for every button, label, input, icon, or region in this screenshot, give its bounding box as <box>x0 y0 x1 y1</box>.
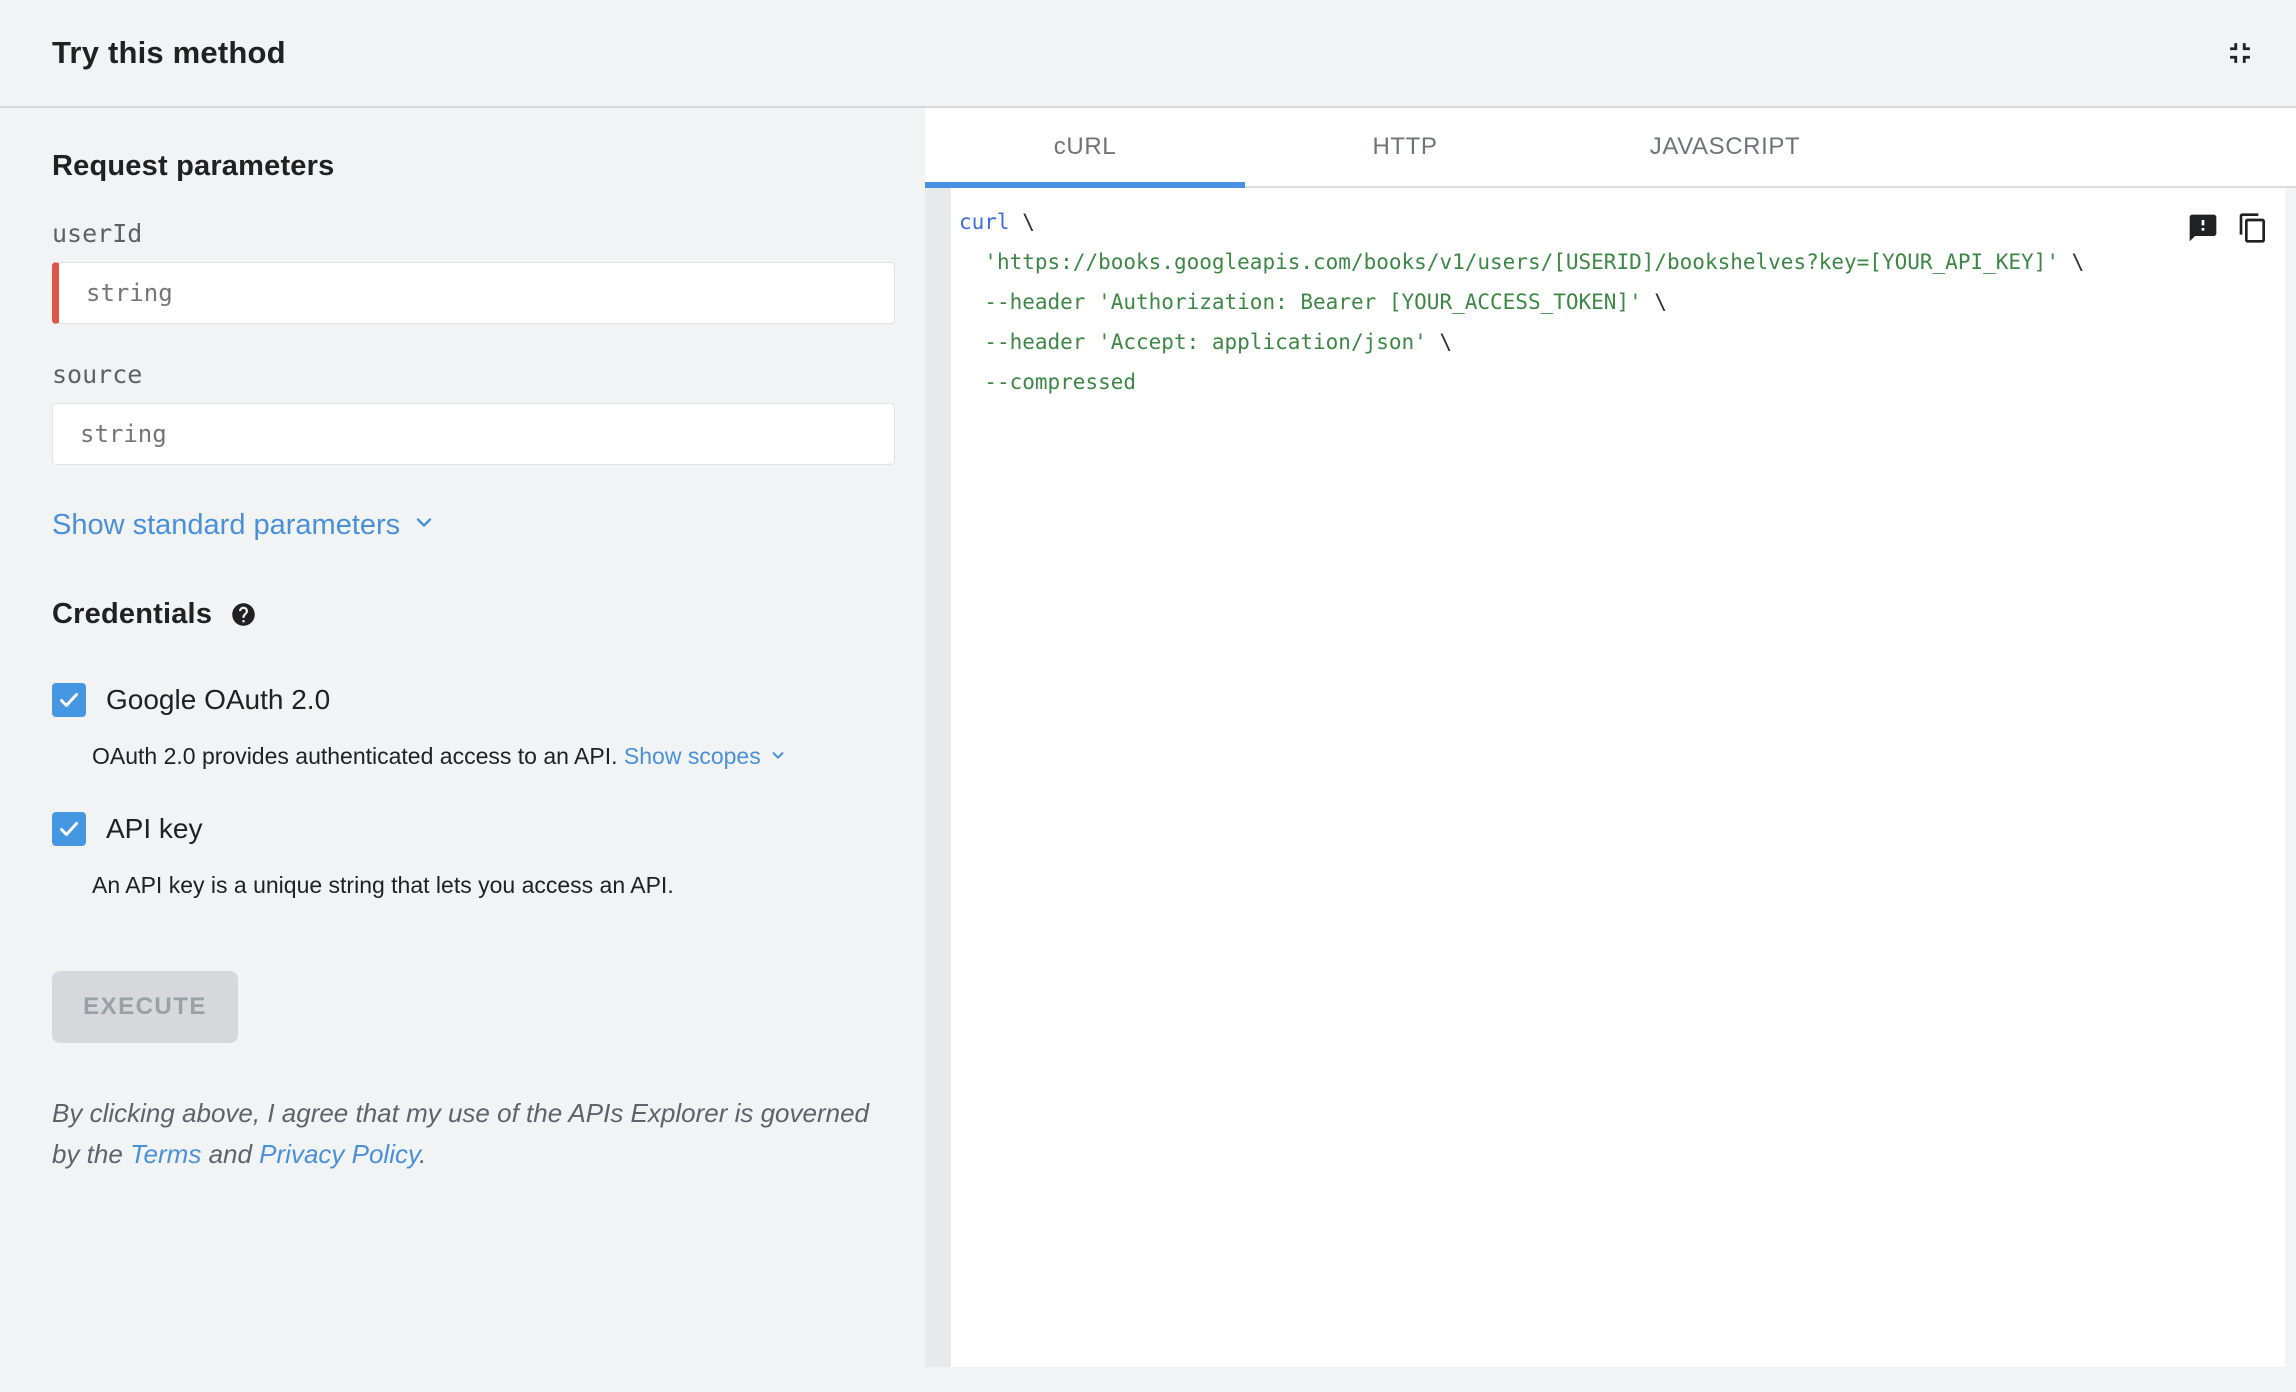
tab-curl[interactable]: cURL <box>925 108 1245 188</box>
apikey-checkbox-label: API key <box>106 813 203 844</box>
request-parameters-title: Request parameters <box>52 150 335 182</box>
code-token: 'https://books.googleapis.com/books/v1/u… <box>984 250 2059 274</box>
chevron-down-icon <box>769 743 787 770</box>
code-block: curl \ 'https://books.googleapis.com/boo… <box>951 188 2285 1367</box>
code-token: curl <box>959 210 1010 234</box>
fullscreen-exit-icon[interactable] <box>2218 31 2262 75</box>
oauth-checkbox-label: Google OAuth 2.0 <box>106 684 331 715</box>
credentials-title: Credentials <box>52 598 213 630</box>
oauth-checkbox-checked-icon[interactable] <box>52 683 86 717</box>
apikey-description: An API key is a unique string that lets … <box>92 872 674 898</box>
show-standard-parameters-label: Show standard parameters <box>52 509 401 541</box>
code-token: --header 'Accept: application/json' <box>984 330 1427 354</box>
disclaimer-middle: and <box>201 1139 260 1169</box>
param-group-source: source <box>52 360 895 465</box>
source-input[interactable] <box>52 403 895 465</box>
feedback-icon[interactable] <box>2185 210 2221 246</box>
tab-javascript[interactable]: JAVASCRIPT <box>1565 108 1885 186</box>
privacy-policy-link[interactable]: Privacy Policy <box>259 1139 419 1169</box>
terms-link[interactable]: Terms <box>130 1139 201 1169</box>
param-group-userid: userId <box>52 219 895 324</box>
main-content: Request parameters userId source Show st… <box>0 108 2296 1392</box>
oauth-description: OAuth 2.0 provides authenticated access … <box>92 743 895 770</box>
execute-button[interactable]: EXECUTE <box>52 971 238 1043</box>
panel-splitter[interactable] <box>925 188 951 1367</box>
credentials-header: Credentials <box>52 598 895 631</box>
param-label-source: source <box>52 360 143 389</box>
code-actions <box>2185 210 2271 246</box>
show-standard-parameters-link[interactable]: Show standard parameters <box>52 509 436 542</box>
code-token: \ <box>2058 250 2085 274</box>
help-icon[interactable] <box>230 601 257 628</box>
code-token: --header 'Authorization: Bearer [YOUR_AC… <box>984 290 1642 314</box>
code-token: \ <box>1009 210 1035 234</box>
oauth-description-text: OAuth 2.0 provides authenticated access … <box>92 743 624 769</box>
dialog-header: Try this method <box>0 0 2296 108</box>
code-token: \ <box>1426 330 1453 354</box>
tab-http[interactable]: HTTP <box>1245 108 1565 186</box>
code-region: curl \ 'https://books.googleapis.com/boo… <box>925 188 2296 1367</box>
show-scopes-label: Show scopes <box>623 743 761 769</box>
param-label-userid: userId <box>52 219 143 248</box>
copy-icon[interactable] <box>2235 210 2271 246</box>
code-language-tabs: cURL HTTP JAVASCRIPT <box>925 108 2296 188</box>
apikey-checkbox-checked-icon[interactable] <box>52 812 86 846</box>
code-sample-panel: cURL HTTP JAVASCRIPT curl \ 'https://boo… <box>925 108 2296 1392</box>
chevron-down-icon <box>412 509 436 542</box>
userid-input[interactable] <box>52 262 895 324</box>
show-scopes-link[interactable]: Show scopes <box>624 743 787 770</box>
code-token: \ <box>1641 290 1668 314</box>
curl-code: curl \ 'https://books.googleapis.com/boo… <box>959 202 2285 402</box>
apikey-checkbox-row[interactable]: API key <box>52 812 895 846</box>
page-title: Try this method <box>52 35 286 70</box>
disclaimer-text: By clicking above, I agree that my use o… <box>52 1093 895 1175</box>
code-token: --compressed <box>984 370 1137 394</box>
request-panel: Request parameters userId source Show st… <box>0 108 925 1392</box>
oauth-checkbox-row[interactable]: Google OAuth 2.0 <box>52 683 895 717</box>
disclaimer-suffix: . <box>419 1139 427 1169</box>
